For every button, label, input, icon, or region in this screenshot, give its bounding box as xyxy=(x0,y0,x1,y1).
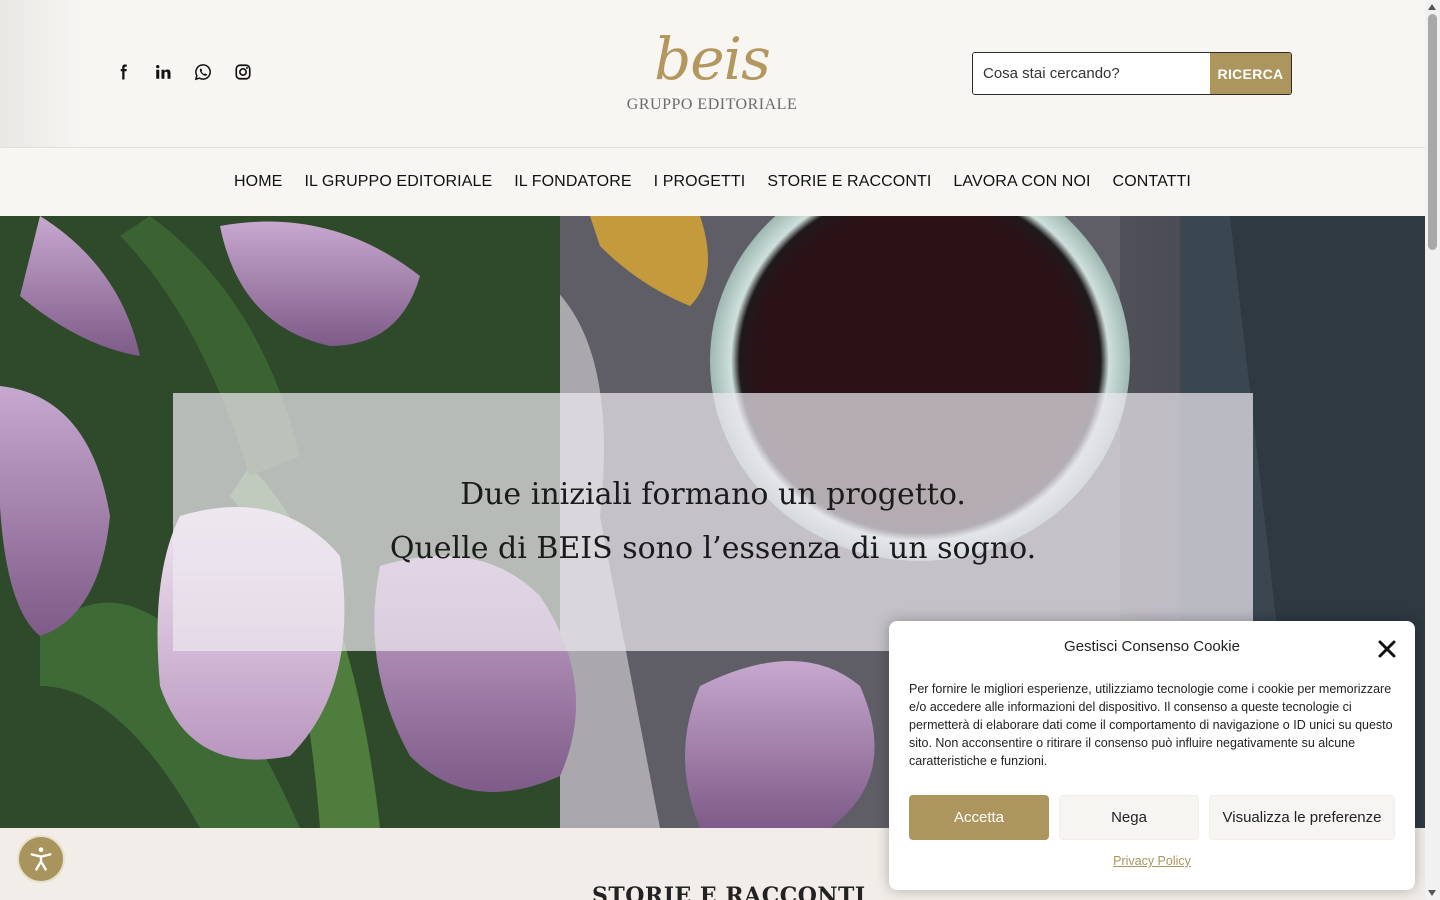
site-header: beis GRUPPO EDITORIALE RICERCA xyxy=(0,0,1425,147)
accessibility-icon xyxy=(30,847,52,871)
hero-line-2: Quelle di BEIS sono l’essenza di un sogn… xyxy=(389,531,1037,566)
preferences-button[interactable]: Visualizza le preferenze xyxy=(1209,795,1395,840)
logo-script: beis xyxy=(654,25,771,93)
accessibility-button[interactable] xyxy=(17,835,65,883)
nav-item-contatti[interactable]: CONTATTI xyxy=(1113,173,1191,191)
whatsapp-icon[interactable] xyxy=(192,61,214,83)
nav-item-home[interactable]: HOME xyxy=(234,173,282,191)
cookie-message: Per fornire le migliori esperienze, util… xyxy=(909,682,1393,768)
hero-quote-panel: Due iniziali formano un progetto. Quelle… xyxy=(173,393,1253,651)
cookie-consent-dialog: Gestisci Consenso Cookie Per fornire le … xyxy=(889,621,1415,890)
scroll-up-icon[interactable] xyxy=(1428,4,1436,10)
search-button[interactable]: RICERCA xyxy=(1210,53,1291,94)
search-input[interactable] xyxy=(973,53,1210,94)
nav-item-gruppo-editoriale[interactable]: IL GRUPPO EDITORIALE xyxy=(304,173,492,191)
nav-item-fondatore[interactable]: IL FONDATORE xyxy=(514,173,631,191)
scrollbar-thumb[interactable] xyxy=(1428,14,1437,250)
nav-item-storie-racconti[interactable]: STORIE E RACCONTI xyxy=(767,173,931,191)
facebook-icon[interactable] xyxy=(112,61,134,83)
cookie-title: Gestisci Consenso Cookie xyxy=(1064,638,1240,655)
close-icon[interactable] xyxy=(1378,640,1396,658)
main-nav: HOME IL GRUPPO EDITORIALE IL FONDATORE I… xyxy=(0,148,1425,216)
nav-item-progetti[interactable]: I PROGETTI xyxy=(654,173,746,191)
instagram-icon[interactable] xyxy=(232,61,254,83)
nav-item-lavora-con-noi[interactable]: LAVORA CON NOI xyxy=(953,173,1090,191)
social-links xyxy=(112,61,254,83)
section-heading: STORIE E RACCONTI xyxy=(592,883,866,900)
deny-button[interactable]: Nega xyxy=(1059,795,1199,840)
page-scrollbar[interactable] xyxy=(1425,0,1440,900)
scroll-down-icon[interactable] xyxy=(1428,890,1436,896)
privacy-policy-link[interactable]: Privacy Policy xyxy=(889,854,1415,868)
site-logo[interactable]: beis GRUPPO EDITORIALE xyxy=(612,24,812,128)
search-form: RICERCA xyxy=(972,52,1292,95)
linkedin-icon[interactable] xyxy=(152,61,174,83)
accept-button[interactable]: Accetta xyxy=(909,795,1049,840)
logo-subtitle: GRUPPO EDITORIALE xyxy=(626,96,798,113)
hero-line-1: Due iniziali formano un progetto. xyxy=(460,477,966,512)
